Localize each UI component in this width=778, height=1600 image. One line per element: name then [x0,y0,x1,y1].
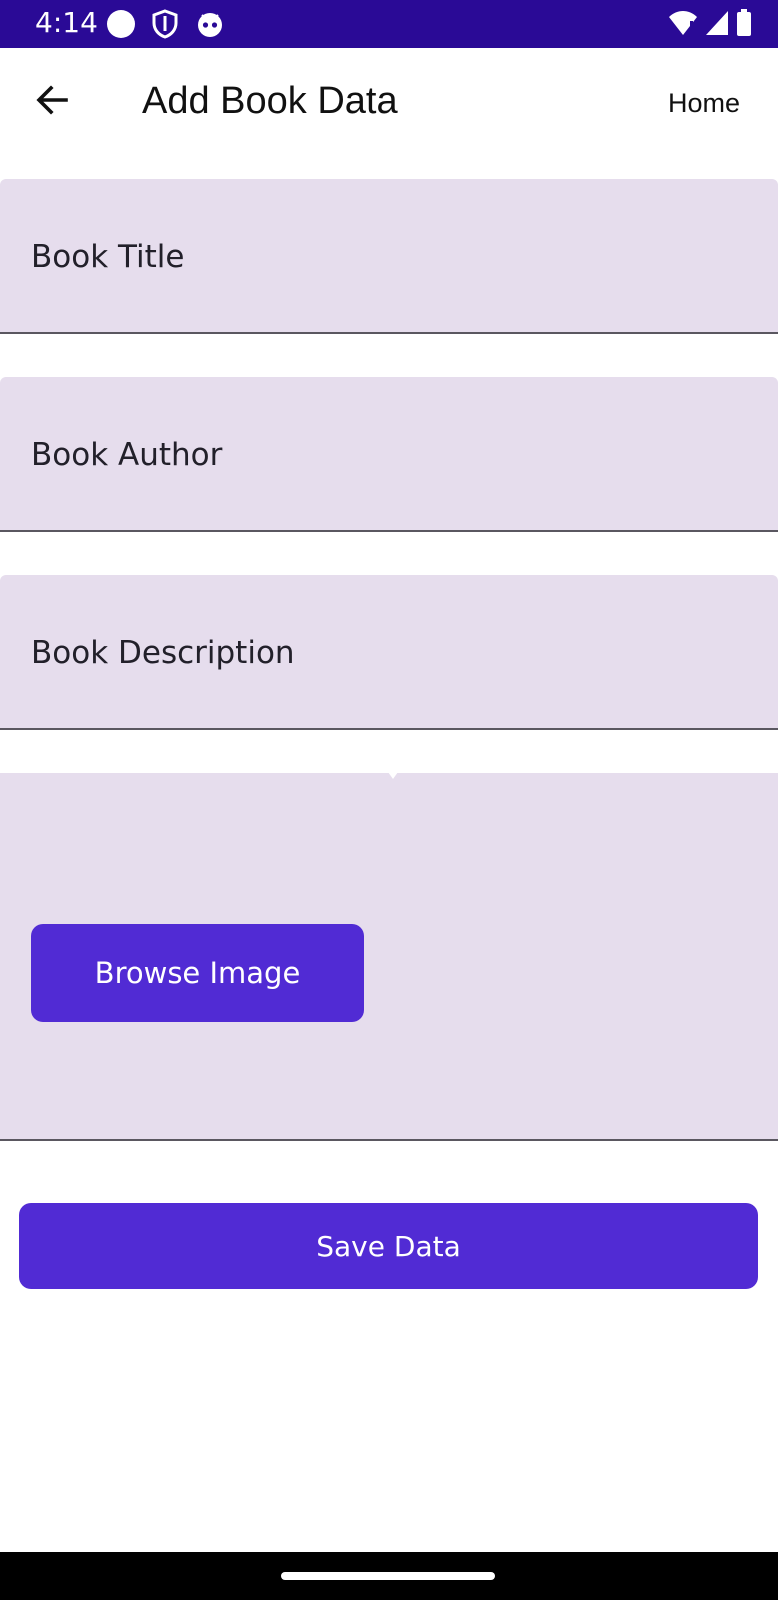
back-button[interactable] [30,78,74,122]
book-description-field[interactable]: Book Description [0,575,778,730]
save-data-button[interactable]: Save Data [19,1203,758,1289]
circle-icon [107,10,135,38]
home-button[interactable]: Home [668,88,740,119]
arrow-back-icon [36,85,68,115]
book-description-placeholder: Book Description [31,635,295,671]
book-title-placeholder: Book Title [31,239,185,275]
status-icons [668,9,752,37]
wifi-icon [669,11,697,35]
page-title: Add Book Data [142,80,398,122]
shield-icon [152,9,178,39]
robot-icon [198,13,222,37]
status-time: 4:14 [35,6,98,39]
status-bar: 4:14 [0,0,778,48]
book-author-placeholder: Book Author [31,437,223,473]
book-author-field[interactable]: Book Author [0,377,778,532]
system-nav-bar [0,1552,778,1600]
battery-icon [737,9,751,36]
signal-icon [706,11,728,35]
book-title-field[interactable]: Book Title [0,179,778,334]
image-area-notch [388,772,398,779]
browse-image-button[interactable]: Browse Image [31,924,364,1022]
image-picker-area: Browse Image [0,772,778,1141]
app-bar: Add Book Data Home [0,48,778,160]
home-indicator[interactable] [281,1572,495,1580]
